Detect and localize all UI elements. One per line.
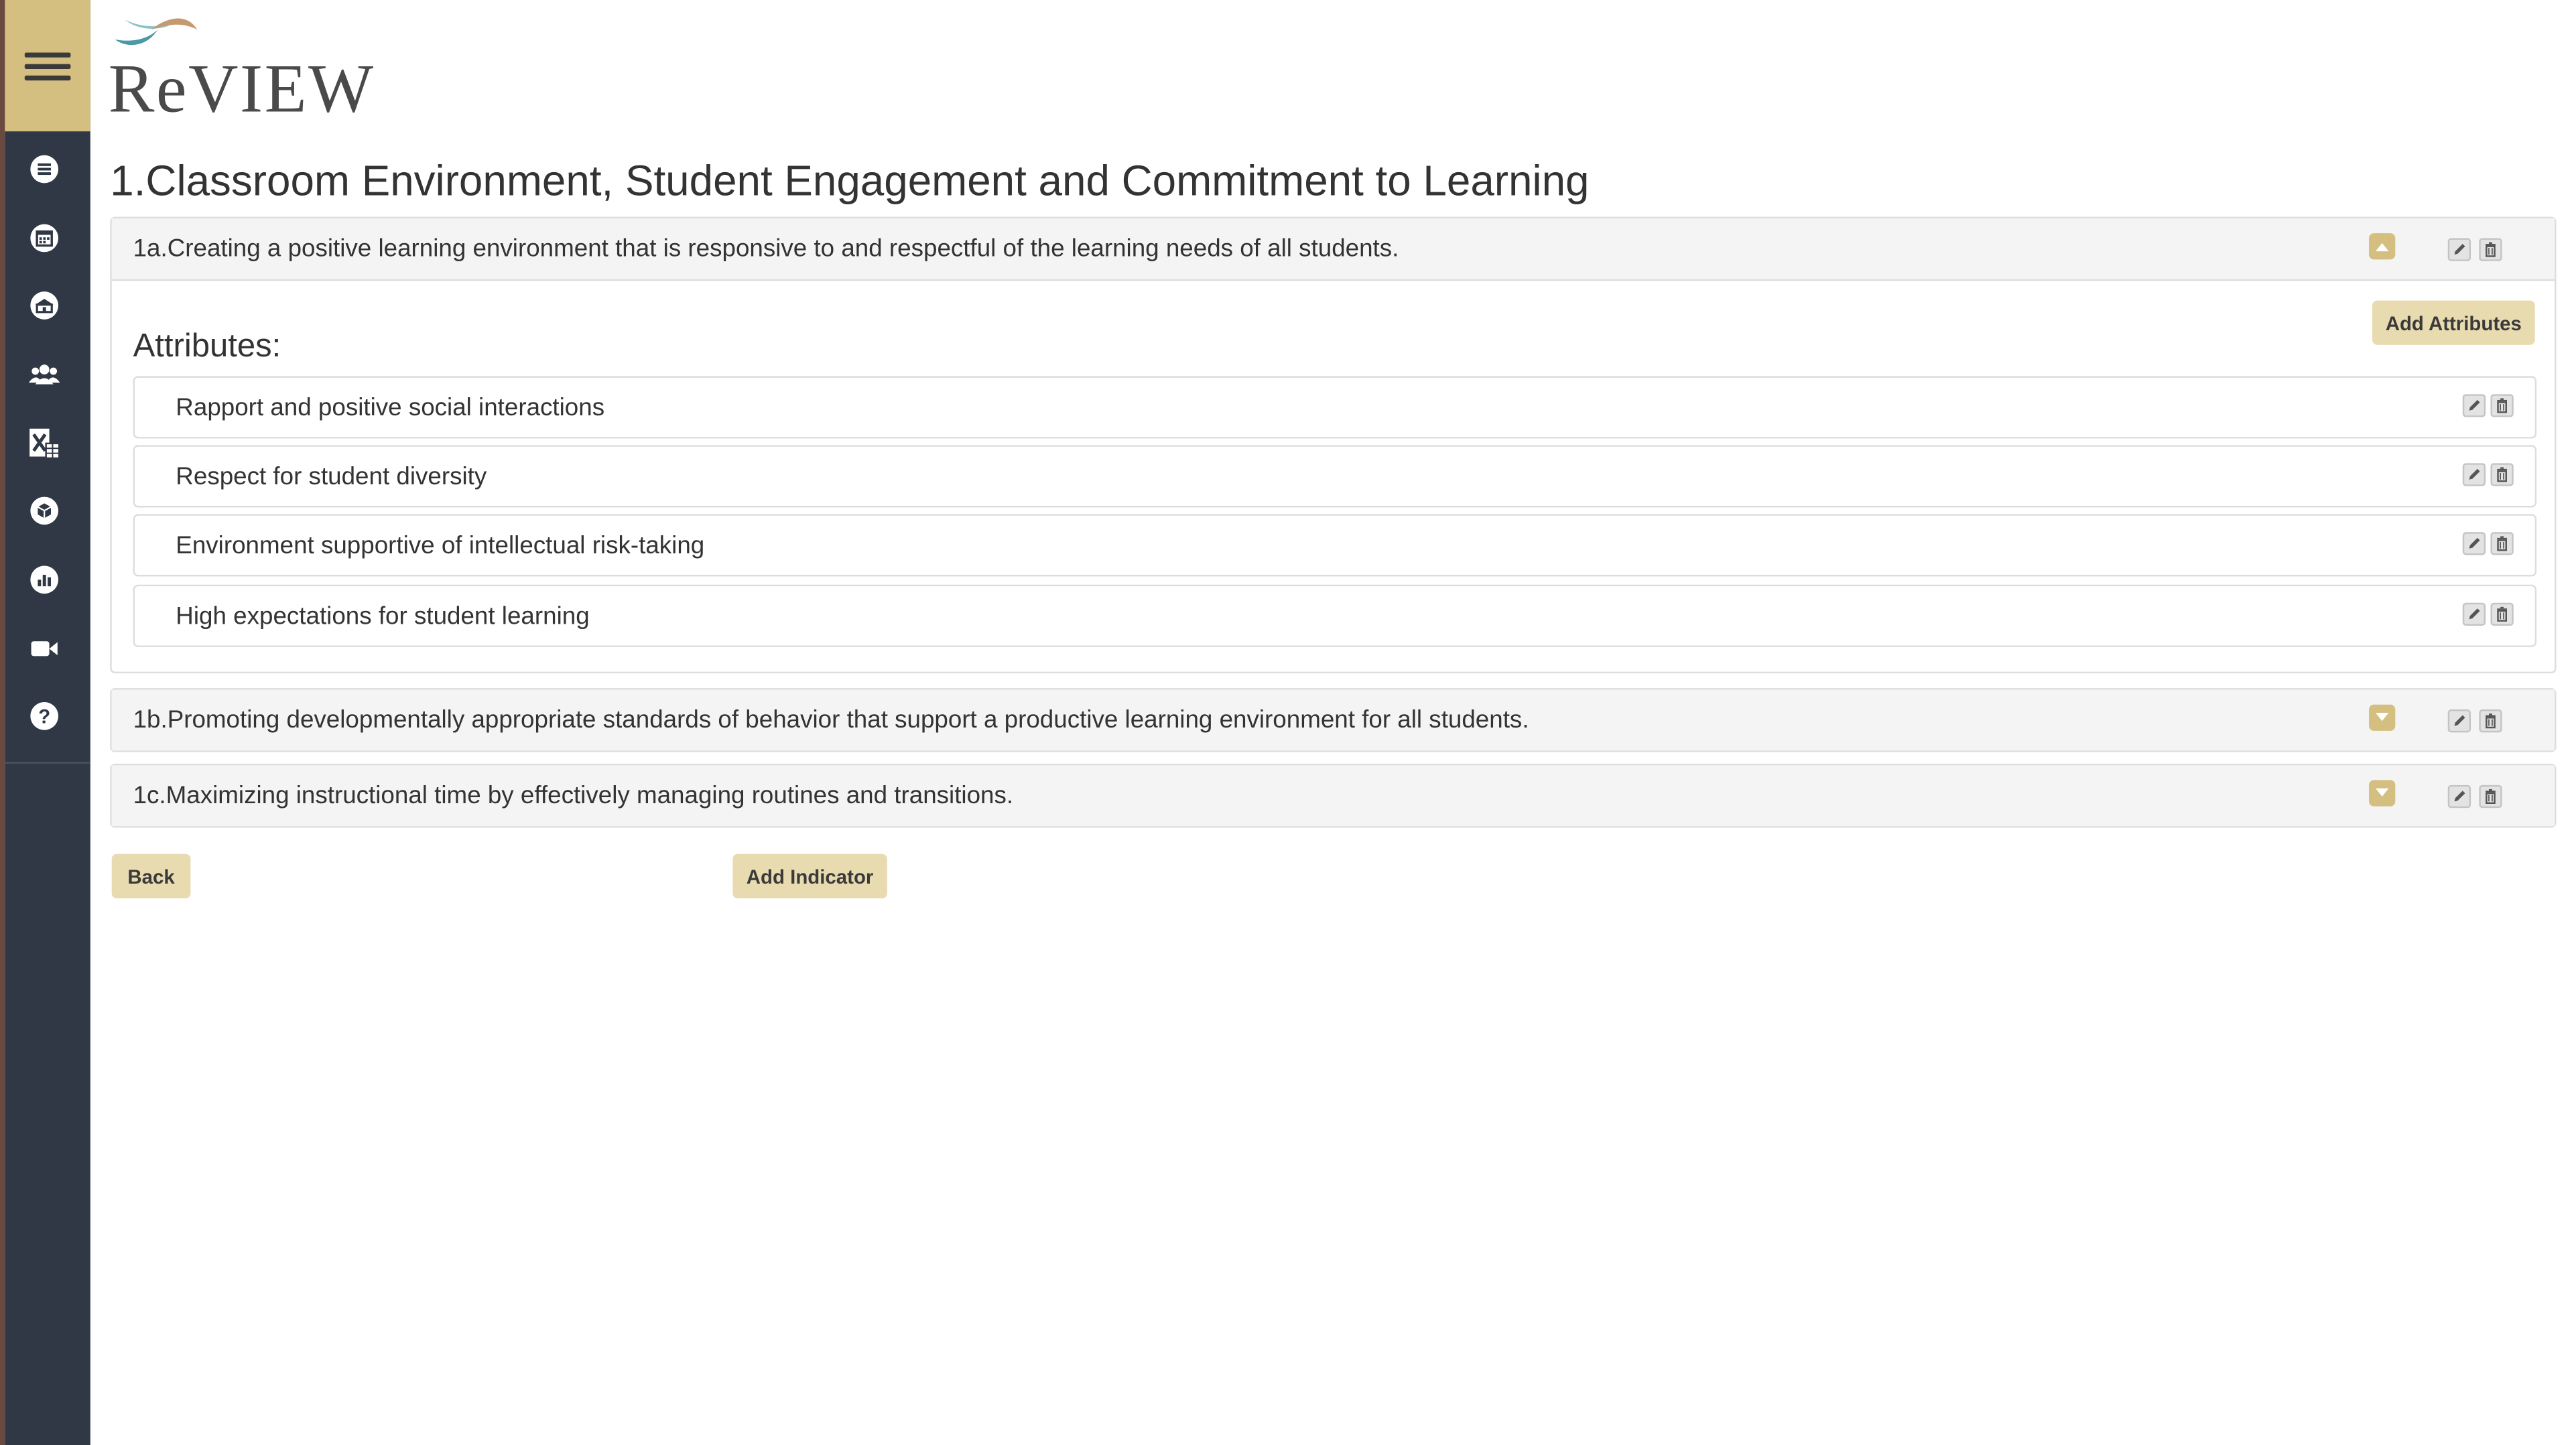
pencil-icon	[2454, 244, 2465, 255]
trash-icon	[2497, 536, 2507, 551]
edit-button[interactable]	[2447, 238, 2471, 261]
brand-name: ReVIEW	[108, 52, 375, 129]
indicator-panel-1a: 1a.Creating a positive learning environm…	[110, 216, 2557, 674]
pencil-icon	[2469, 468, 2480, 480]
attribute-label: Rapport and positive social interactions	[176, 393, 605, 421]
attribute-row: Respect for student diversity	[133, 445, 2537, 508]
add-indicator-button[interactable]: Add Indicator	[732, 853, 887, 898]
delete-button[interactable]	[2479, 784, 2502, 809]
attribute-label: Respect for student diversity	[176, 462, 487, 490]
excel-icon[interactable]	[25, 423, 64, 463]
attribute-row: High expectations for student learning	[133, 584, 2537, 647]
help-icon[interactable]: ?	[25, 696, 64, 736]
indicator-header-1a[interactable]: 1a.Creating a positive learning environm…	[111, 218, 2555, 281]
attributes-heading: Attributes:	[133, 328, 281, 365]
caret-up-icon	[2375, 243, 2389, 252]
indicator-header-1c[interactable]: 1c.Maximizing instructional time by effe…	[111, 765, 2555, 827]
bar-chart-icon[interactable]	[25, 560, 64, 600]
svg-text:?: ?	[38, 705, 50, 728]
video-camera-icon[interactable]	[25, 629, 64, 669]
edit-button[interactable]	[2462, 463, 2486, 486]
expand-button[interactable]	[2369, 704, 2396, 731]
sidebar: ?	[5, 0, 90, 1445]
indicator-header-1b[interactable]: 1b.Promoting developmentally appropriate…	[111, 689, 2555, 751]
indicator-panel-1b: 1b.Promoting developmentally appropriate…	[110, 688, 2557, 752]
pencil-icon	[2469, 608, 2480, 620]
attribute-row: Environment supportive of intellectual r…	[133, 514, 2537, 577]
delete-button[interactable]	[2490, 463, 2514, 486]
add-attributes-button[interactable]: Add Attributes	[2372, 300, 2535, 345]
pencil-icon	[2469, 537, 2480, 549]
page-title: 1.Classroom Environment, Student Engagem…	[110, 155, 1590, 206]
attribute-label: Environment supportive of intellectual r…	[176, 531, 705, 559]
menu-toggle-button[interactable]	[5, 0, 90, 132]
trash-icon	[2486, 713, 2496, 729]
expand-button[interactable]	[2369, 780, 2396, 807]
edit-button[interactable]	[2462, 602, 2486, 626]
sidebar-divider	[5, 762, 90, 764]
pencil-icon	[2454, 715, 2465, 726]
users-icon[interactable]	[25, 355, 64, 395]
caret-down-icon	[2375, 788, 2389, 797]
edit-button[interactable]	[2462, 532, 2486, 555]
list-icon[interactable]	[25, 149, 64, 189]
delete-button[interactable]	[2490, 532, 2514, 555]
collapse-button[interactable]	[2369, 233, 2396, 260]
edit-button[interactable]	[2447, 784, 2471, 809]
calendar-icon[interactable]	[25, 218, 64, 258]
window-edge	[0, 0, 5, 1445]
trash-icon	[2497, 467, 2507, 482]
indicator-body-1a: Attributes: Add Attributes Rapport and p…	[112, 281, 2555, 671]
trash-icon	[2486, 788, 2496, 805]
page: ? ReVIEW 1.Classroom Environment, Studen…	[0, 0, 2576, 1445]
indicator-label: 1a.Creating a positive learning environm…	[133, 234, 1399, 263]
trash-icon	[2497, 398, 2507, 413]
box-icon[interactable]	[25, 491, 64, 531]
trash-icon	[2497, 606, 2507, 622]
indicator-label: 1c.Maximizing instructional time by effe…	[133, 781, 1014, 810]
edit-button[interactable]	[2462, 394, 2486, 417]
logo-mark	[115, 18, 198, 46]
pencil-icon	[2454, 790, 2465, 802]
trash-icon	[2486, 242, 2496, 257]
attribute-label: High expectations for student learning	[176, 602, 590, 630]
back-button[interactable]: Back	[111, 853, 191, 898]
delete-button[interactable]	[2490, 602, 2514, 626]
indicator-panel-1c: 1c.Maximizing instructional time by effe…	[110, 763, 2557, 828]
caret-down-icon	[2375, 712, 2389, 721]
delete-button[interactable]	[2479, 238, 2502, 261]
indicator-label: 1b.Promoting developmentally appropriate…	[133, 706, 1529, 734]
delete-button[interactable]	[2490, 394, 2514, 417]
hamburger-menu-icon	[24, 45, 71, 86]
attribute-row: Rapport and positive social interactions	[133, 376, 2537, 439]
delete-button[interactable]	[2479, 709, 2502, 733]
pencil-icon	[2469, 399, 2480, 411]
school-building-icon[interactable]	[25, 286, 64, 326]
review-logo: ReVIEW	[109, 7, 388, 125]
edit-button[interactable]	[2447, 709, 2471, 733]
